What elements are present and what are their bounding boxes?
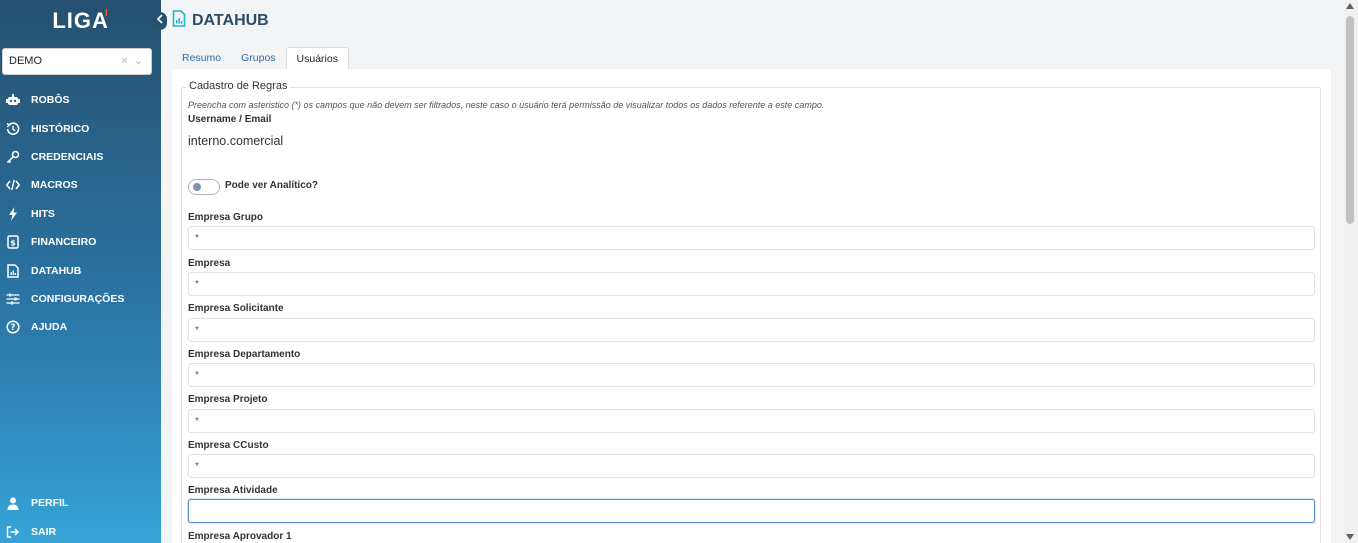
empresa-ccusto-input[interactable] [188, 454, 1315, 478]
sidebar-nav: ROBÔS HISTÓRICO CREDENCIAIS MACROS HITS [0, 86, 161, 342]
code-icon [6, 178, 20, 192]
help-text: Preencha com asteristico (*) os campos q… [188, 100, 825, 110]
tab-usuarios[interactable]: Usuários [285, 47, 349, 70]
analytics-toggle[interactable] [188, 179, 220, 195]
sidebar-item-macros[interactable]: MACROS [0, 171, 161, 199]
chevron-down-icon[interactable]: ⌄ [134, 55, 143, 67]
field-label-empresa-ccusto: Empresa CCusto [188, 440, 269, 451]
field-label-empresa-atividade: Empresa Atividade [188, 485, 278, 496]
sidebar-item-label: HITS [31, 207, 55, 220]
empresa-atividade-input[interactable] [188, 499, 1315, 523]
sidebar-item-label: HISTÓRICO [31, 122, 90, 135]
empresa-solicitante-input[interactable] [188, 318, 1315, 342]
field-label-empresa-departamento: Empresa Departamento [188, 349, 301, 360]
sidebar-item-label: CONFIGURAÇÕES [31, 292, 125, 305]
history-icon [6, 122, 20, 136]
sidebar-item-label: PERFIL [31, 497, 69, 510]
username-label: Username / Email [188, 114, 272, 125]
sidebar-item-label: ROBÔS [31, 94, 70, 107]
empresa-departamento-input[interactable] [188, 363, 1315, 387]
sidebar-item-label: SAIR [31, 525, 57, 538]
scroll-up-icon[interactable] [1346, 3, 1354, 9]
sidebar-collapse-button[interactable] [153, 12, 167, 30]
svg-text:$: $ [10, 239, 16, 248]
sidebar-item-credenciais[interactable]: CREDENCIAIS [0, 143, 161, 171]
field-label-empresa-aprovador-1: Empresa Aprovador 1 [188, 531, 292, 542]
tab-bar: Resumo Grupos Usuários [172, 47, 349, 70]
empresa-projeto-input[interactable] [188, 409, 1315, 433]
logout-icon [6, 525, 20, 539]
sidebar-item-label: CREDENCIAIS [31, 150, 104, 163]
invoice-icon: $ [6, 235, 20, 249]
clear-icon[interactable]: × [121, 55, 127, 67]
scrollbar-thumb[interactable] [1346, 16, 1354, 224]
field-label-empresa-projeto: Empresa Projeto [188, 394, 268, 405]
tenant-select-value: DEMO [9, 55, 42, 67]
tab-grupos[interactable]: Grupos [231, 47, 285, 70]
sidebar-item-historico[interactable]: HISTÓRICO [0, 114, 161, 142]
sidebar-bottom-nav: PERFIL SAIR [0, 489, 161, 543]
logo: LIGAI [0, 8, 161, 34]
sidebar-item-label: AJUDA [31, 321, 68, 334]
sidebar-item-label: DATAHUB [31, 264, 82, 277]
toggle-knob [193, 183, 201, 191]
sidebar-item-sair[interactable]: SAIR [0, 517, 161, 543]
logo-mark: I [104, 8, 109, 19]
sidebar-item-perfil[interactable]: PERFIL [0, 489, 161, 517]
help-icon: ? [6, 320, 20, 334]
field-label-empresa-grupo: Empresa Grupo [188, 212, 264, 223]
user-icon [6, 496, 20, 510]
report-icon [172, 10, 186, 32]
sidebar-item-label: MACROS [31, 179, 78, 192]
empresa-grupo-input[interactable] [188, 226, 1315, 250]
page-header: DATAHUB [172, 10, 269, 32]
sidebar-item-ajuda[interactable]: ? AJUDA [0, 313, 161, 341]
page-scrollbar[interactable] [1343, 0, 1358, 543]
svg-text:?: ? [11, 324, 16, 334]
key-icon [6, 150, 20, 164]
chevron-left-icon [156, 14, 164, 27]
sliders-icon [6, 292, 20, 306]
robot-icon [6, 93, 20, 107]
report-icon [6, 263, 20, 278]
empresa-input[interactable] [188, 272, 1315, 296]
logo-text: LIGA [52, 8, 109, 33]
sidebar-item-hits[interactable]: HITS [0, 200, 161, 228]
sidebar-item-label: FINANCEIRO [31, 236, 97, 249]
fieldset-legend: Cadastro de Regras [186, 80, 291, 92]
field-label-empresa: Empresa [188, 258, 231, 269]
sidebar-item-robos[interactable]: ROBÔS [0, 86, 161, 114]
sidebar-item-financeiro[interactable]: $ FINANCEIRO [0, 228, 161, 256]
sidebar-item-datahub[interactable]: DATAHUB [0, 256, 161, 284]
analytics-toggle-label: Pode ver Analítico? [225, 180, 318, 191]
tenant-select[interactable]: DEMO × ⌄ [2, 48, 152, 75]
lightning-icon [6, 206, 20, 221]
tab-resumo[interactable]: Resumo [172, 47, 231, 70]
rules-panel: Cadastro de Regras Preencha com asterist… [172, 69, 1331, 543]
page-title: DATAHUB [192, 12, 269, 29]
sidebar: LIGAI DEMO × ⌄ ROBÔS HISTÓRICO CREDENCIA… [0, 0, 161, 543]
field-label-empresa-solicitante: Empresa Solicitante [188, 303, 284, 314]
username-value: interno.comercial [188, 134, 284, 148]
sidebar-item-configuracoes[interactable]: CONFIGURAÇÕES [0, 285, 161, 313]
scroll-down-icon[interactable] [1346, 534, 1354, 540]
